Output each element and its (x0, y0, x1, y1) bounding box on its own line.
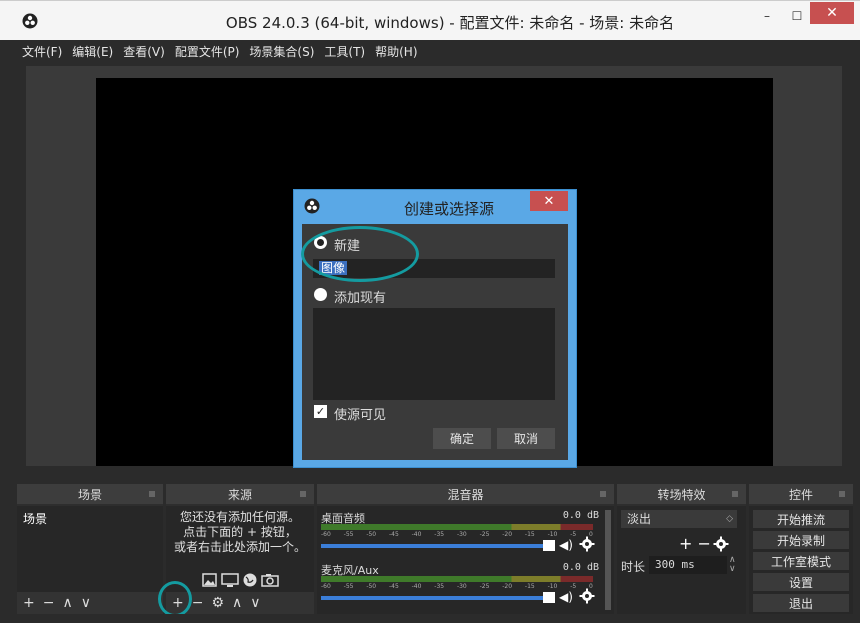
scenes-list[interactable]: 场景 + − ∧ ∨ (17, 506, 163, 614)
window-title: OBS 24.0.3 (64-bit, windows) - 配置文件: 未命名… (225, 14, 675, 32)
remove-source-button[interactable]: − (192, 595, 204, 611)
source-properties-gear-icon[interactable]: ⚙ (211, 595, 224, 611)
controls-body: 开始推流 开始录制 工作室模式 设置 退出 (749, 506, 853, 614)
float-icon[interactable] (300, 491, 306, 497)
scene-transitions-dock: 转场特效 淡出 ◇ + − 时长 300 ms ∧ ∨ (617, 484, 746, 614)
remove-scene-button[interactable]: − (43, 595, 55, 611)
duration-input[interactable]: 300 ms (649, 556, 727, 574)
existing-sources-list[interactable] (313, 308, 555, 400)
scenes-dock-title: 场景 (77, 487, 102, 502)
transition-tools: + − (679, 534, 729, 553)
mixer-scrollbar[interactable] (605, 510, 611, 610)
add-existing-radio[interactable] (314, 288, 327, 301)
ok-button[interactable]: 确定 (433, 428, 491, 449)
camera-icon (261, 574, 279, 587)
volume-slider[interactable] (321, 596, 543, 600)
mixer-dock-header: 混音器 (317, 484, 614, 504)
status-bar (0, 614, 860, 623)
hint-line: 或者右击此处添加一个。 (173, 540, 306, 554)
sources-empty-hint: 您还没有添加任何源。 点击下面的 + 按钮， 或者右击此处添加一个。 (166, 510, 314, 555)
title-bar: OBS 24.0.3 (64-bit, windows) - 配置文件: 未命名… (0, 0, 860, 40)
scene-move-up-button[interactable]: ∧ (62, 595, 72, 611)
menu-scene-collection[interactable]: 场景集合(S) (249, 43, 314, 60)
settings-button[interactable]: 设置 (753, 573, 849, 591)
scenes-toolbar: + − ∧ ∨ (17, 592, 163, 614)
speaker-icon[interactable]: ◀) (559, 590, 575, 604)
meter-scale: -60 -55 -50 -45 -40 -35 -30 -25 -20 -15 -10 -5 0 (321, 531, 593, 538)
menu-edit[interactable]: 编辑(E) (72, 43, 113, 60)
start-recording-button[interactable]: 开始录制 (753, 531, 849, 549)
controls-dock-title: 控件 (788, 487, 813, 502)
spinner-arrows-icon[interactable]: ∧ ∨ (729, 556, 736, 574)
add-existing-label: 添加现有 (334, 291, 387, 306)
cancel-button[interactable]: 取消 (497, 428, 555, 449)
hint-line: 您还没有添加任何源。 (179, 510, 300, 524)
globe-icon (243, 573, 257, 587)
make-visible-label: 使源可见 (334, 408, 387, 423)
mixer-dock-title: 混音器 (447, 487, 484, 502)
highlight-circle (301, 226, 419, 282)
duration-label: 时长 (621, 560, 646, 574)
sources-dock-title: 来源 (227, 487, 252, 502)
transition-select[interactable]: 淡出 ◇ (621, 510, 737, 528)
channel-db: 0.0 dB (562, 510, 599, 521)
hint-line: 点击下面的 + 按钮， (183, 525, 297, 539)
minimize-button[interactable]: – (754, 5, 780, 27)
gear-icon[interactable] (579, 536, 595, 552)
transitions-dock-header: 转场特效 (617, 484, 746, 504)
gear-icon[interactable] (713, 536, 729, 552)
float-icon[interactable] (839, 491, 845, 497)
display-icon (221, 573, 239, 587)
menu-bar: 文件(F) 编辑(E) 查看(V) 配置文件(P) 场景集合(S) 工具(T) … (0, 40, 860, 62)
start-streaming-button[interactable]: 开始推流 (753, 510, 849, 528)
volume-slider-handle[interactable] (543, 540, 555, 551)
menu-help[interactable]: 帮助(H) (375, 43, 417, 60)
add-scene-button[interactable]: + (23, 595, 35, 611)
controls-dock: 控件 开始推流 开始录制 工作室模式 设置 退出 (749, 484, 853, 614)
audio-mixer-dock: 混音器 桌面音频 0.0 dB -60 -55 -50 -45 -40 -35 -30 -25… (317, 484, 614, 614)
studio-mode-button[interactable]: 工作室模式 (753, 552, 849, 570)
source-move-up-button[interactable]: ∧ (232, 595, 242, 611)
close-button[interactable]: ✕ (810, 2, 854, 24)
mixer-body: 桌面音频 0.0 dB -60 -55 -50 -45 -40 -35 -30 -25 -20-… (317, 506, 614, 614)
menu-file[interactable]: 文件(F) (22, 43, 62, 60)
scene-move-down-button[interactable]: ∨ (81, 595, 91, 611)
exit-button[interactable]: 退出 (753, 594, 849, 612)
volume-slider-handle[interactable] (543, 592, 555, 603)
highlight-circle (158, 581, 192, 617)
volume-meter (321, 576, 593, 582)
transitions-body: 淡出 ◇ + − 时长 300 ms ∧ ∨ (617, 506, 746, 614)
source-move-down-button[interactable]: ∨ (250, 595, 260, 611)
controls-dock-header: 控件 (749, 484, 853, 504)
make-visible-checkbox[interactable]: ✓ (314, 405, 327, 418)
menu-profile[interactable]: 配置文件(P) (175, 43, 240, 60)
float-icon[interactable] (600, 491, 606, 497)
image-icon (202, 573, 217, 587)
sources-dock-header: 来源 (166, 484, 314, 504)
scene-item[interactable]: 场景 (23, 510, 47, 527)
scenes-dock-header: 场景 (17, 484, 163, 504)
channel-db: 0.0 dB (562, 562, 599, 573)
updown-arrows-icon: ◇ (726, 514, 733, 524)
meter-scale: -60 -55 -50 -45 -40 -35 -30 -25 -20 -15 -10 -5 0 (321, 583, 593, 590)
transition-select-value: 淡出 (627, 512, 652, 526)
dialog-close-button[interactable]: ✕ (530, 191, 568, 211)
menu-view[interactable]: 查看(V) (123, 43, 165, 60)
scenes-dock: 场景 场景 + − ∧ ∨ (17, 484, 163, 614)
maximize-button[interactable]: ☐ (784, 5, 810, 27)
float-icon[interactable] (732, 491, 738, 497)
speaker-icon[interactable]: ◀) (559, 538, 575, 552)
transitions-dock-title: 转场特效 (657, 487, 706, 502)
volume-slider[interactable] (321, 544, 543, 548)
gear-icon[interactable] (579, 588, 595, 604)
menu-tools[interactable]: 工具(T) (324, 43, 365, 60)
add-remove-transition-button[interactable]: + − (679, 534, 711, 553)
source-type-icons (166, 572, 314, 588)
float-icon[interactable] (149, 491, 155, 497)
volume-meter (321, 524, 593, 530)
